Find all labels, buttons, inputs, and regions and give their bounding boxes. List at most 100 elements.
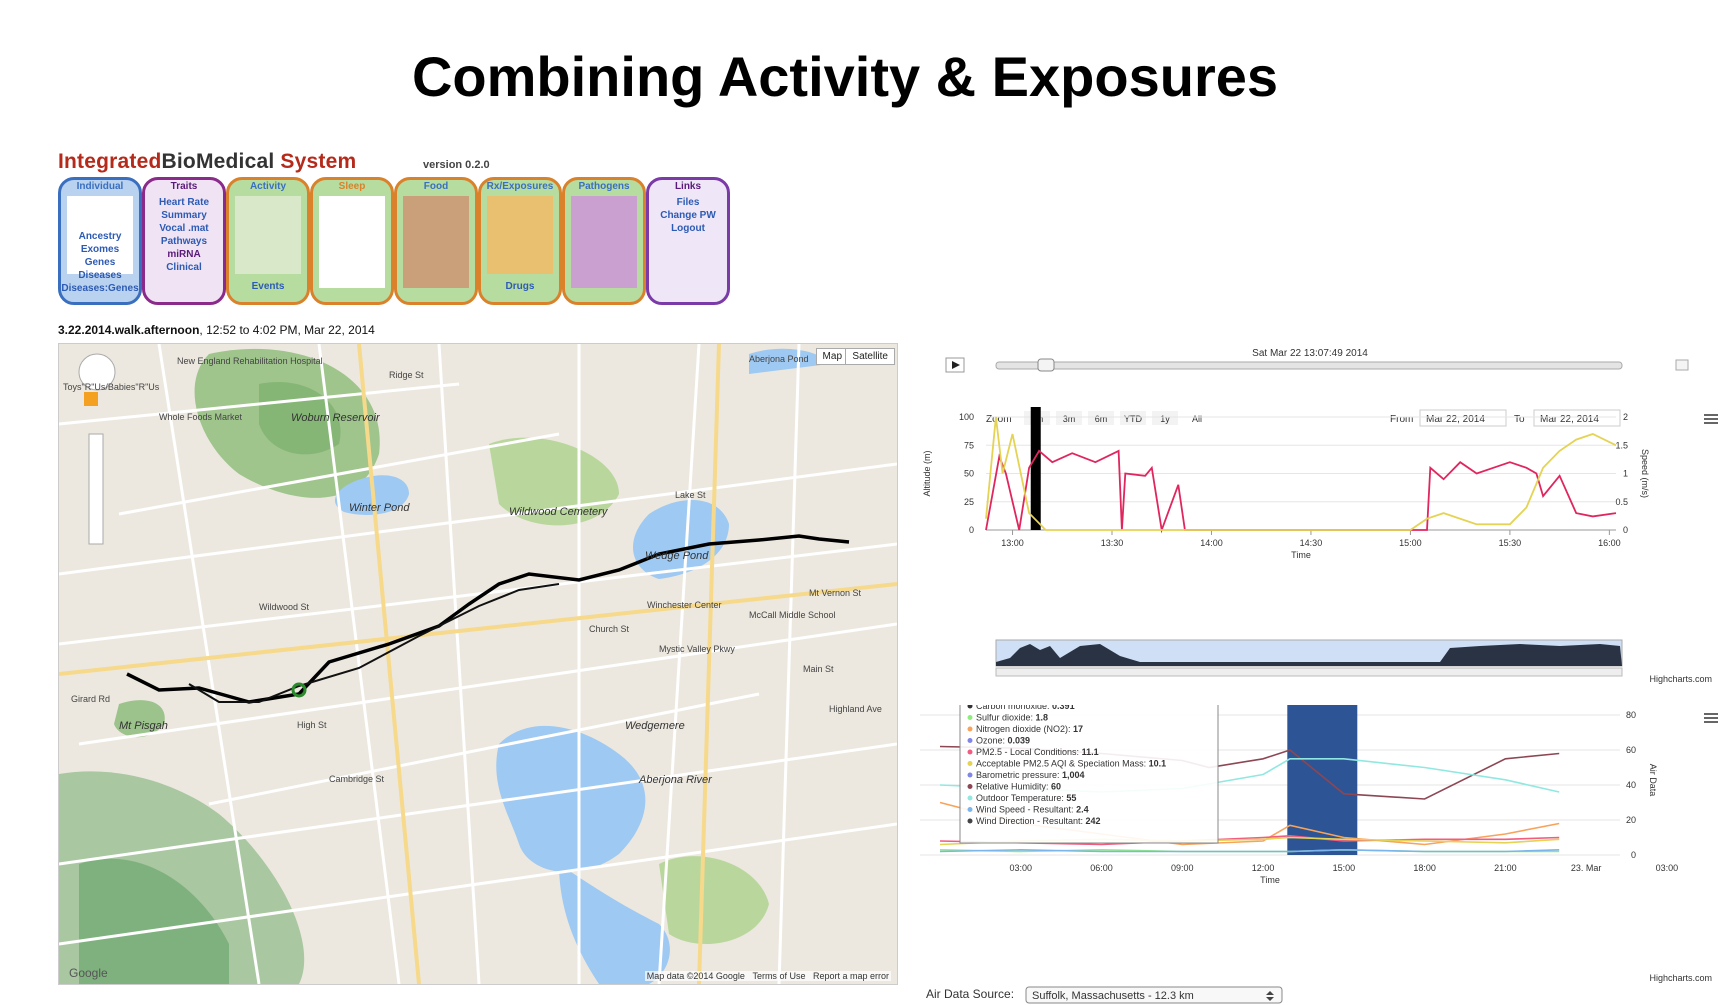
panel-heading[interactable]: Individual <box>61 180 139 194</box>
air-highcharts-credit: Highcharts.com <box>1649 973 1712 983</box>
ibms-panel-links[interactable]: Links Files Change PW Logout <box>646 177 730 305</box>
panel-image[interactable] <box>235 196 301 274</box>
report-map-error-link[interactable]: Report a map error <box>813 971 889 981</box>
air-chart-menu-icon[interactable] <box>1704 713 1718 723</box>
x-tick-label: 15:00 <box>1333 863 1356 873</box>
panel-link[interactable]: Clinical <box>145 261 223 274</box>
ibms-panel-rx-exposures[interactable]: Rx/Exposures Drugs <box>478 177 562 305</box>
map-label: Wedgemere <box>625 720 685 732</box>
ibms-panel-sleep[interactable]: Sleep <box>310 177 394 305</box>
panel-link[interactable]: Drugs <box>481 280 559 293</box>
from-label: From <box>1390 414 1413 425</box>
tooltip-item: Relative Humidity: 60 <box>976 782 1061 792</box>
zoom-button-label: 3m <box>1063 414 1076 424</box>
y-tick-label: 0 <box>969 525 974 535</box>
tooltip-series-marker <box>967 749 973 755</box>
y2-axis-title: Air Data <box>1648 764 1658 797</box>
tooltip-item: Ozone: 0.039 <box>976 736 1030 746</box>
timeline-slider-handle[interactable] <box>1037 358 1055 372</box>
tooltip-series-marker <box>967 807 973 812</box>
panel-image[interactable] <box>487 196 553 274</box>
route-map[interactable]: New England Rehabilitation Hospital Toys"… <box>58 343 898 985</box>
navigator-scrollbar[interactable] <box>995 667 1623 677</box>
panel-link[interactable]: Exomes <box>61 243 139 256</box>
pegman-icon[interactable] <box>84 392 98 406</box>
y2-tick-label: 60 <box>1626 745 1636 755</box>
map-canvas[interactable] <box>59 344 897 984</box>
panel-link[interactable]: Heart Rate <box>145 196 223 209</box>
tooltip-series-marker <box>967 784 973 789</box>
timeline-timestamp: Sat Mar 22 13:07:49 2014 <box>1252 348 1368 359</box>
map-type-map-button[interactable]: Map <box>815 348 849 365</box>
ibms-panel-food[interactable]: Food <box>394 177 478 305</box>
x-tick-label: 13:30 <box>1101 538 1124 548</box>
map-type-satellite-button[interactable]: Satellite <box>845 348 895 365</box>
timeline-slider-track[interactable] <box>995 361 1623 370</box>
y2-tick-label: 0 <box>1623 525 1628 535</box>
panel-link[interactable]: Pathways <box>145 235 223 248</box>
walk-time: , 12:52 to 4:02 PM, Mar 22, 2014 <box>199 323 375 337</box>
panel-heading[interactable]: Pathogens <box>565 180 643 194</box>
tooltip-item: Sulfur dioxide: 1.8 <box>976 713 1048 723</box>
x-tick-label: 13:00 <box>1001 538 1024 548</box>
map-data-credit: Map data ©2014 Google <box>646 971 745 981</box>
x-tick-label: 03:00 <box>1010 863 1033 873</box>
panel-heading[interactable]: Sleep <box>313 180 391 194</box>
panel-link[interactable]: Events <box>229 280 307 293</box>
y2-tick-label: 20 <box>1626 815 1636 825</box>
ibms-panel-individual[interactable]: Individual Ancestry Exomes Genes Diseases Dis… <box>58 177 142 305</box>
tooltip-series-marker <box>967 772 973 778</box>
panel-link[interactable]: miRNA <box>145 248 223 261</box>
x-tick-label: 15:30 <box>1499 538 1522 548</box>
panel-heading[interactable]: Activity <box>229 180 307 194</box>
y-tick-label: 100 <box>959 412 974 422</box>
map-label: Lake St <box>675 490 706 500</box>
tooltip-item: Barometric pressure: 1,004 <box>976 770 1085 780</box>
panel-heading[interactable]: Links <box>649 180 727 194</box>
tooltip-item: Outdoor Temperature: 55 <box>976 793 1076 803</box>
map-footer: Map data ©2014 Google Terms of Use Repor… <box>644 971 891 981</box>
map-label: Highland Ave <box>829 704 882 714</box>
to-date-value: Mar 22, 2014 <box>1540 414 1599 425</box>
tooltip-item: Wind Speed - Resultant: 2.4 <box>976 805 1089 815</box>
ibms-version: version 0.2.0 <box>423 159 490 171</box>
map-label: Wedge Pond <box>645 550 709 562</box>
panel-heading[interactable]: Food <box>397 180 475 194</box>
x-tick-label: 15:00 <box>1399 538 1422 548</box>
air-data-panel: 0 20 40 60 80 03:00 06:00 09:00 12:00 15:00 18:00 2… <box>920 705 1718 1004</box>
timeline-end-button[interactable] <box>1675 359 1689 371</box>
panel-link[interactable]: Ancestry <box>61 230 139 243</box>
zoom-button-label: All <box>1192 414 1202 424</box>
tooltip-item: Acceptable PM2.5 AQI & Speciation Mass: … <box>976 759 1166 769</box>
panel-heading[interactable]: Rx/Exposures <box>481 180 559 194</box>
panel-link[interactable]: Change PW <box>649 209 727 222</box>
zoom-slider[interactable] <box>88 433 104 545</box>
terms-of-use-link[interactable]: Terms of Use <box>752 971 805 981</box>
y-axis-title: Altitude (m) <box>922 450 932 496</box>
panel-link[interactable]: Genes <box>61 256 139 269</box>
tooltip-series-marker <box>967 726 973 732</box>
tooltip-item: Nitrogen dioxide (NO2): 17 <box>976 724 1083 734</box>
ibms-panel-traits[interactable]: Traits Heart Rate Summary Vocal .mat Pathway… <box>142 177 226 305</box>
current-time-marker[interactable] <box>1030 407 1041 530</box>
zoom-button-label: 1y <box>1160 414 1170 424</box>
panel-link[interactable]: Diseases:Genes <box>61 282 139 295</box>
panel-image[interactable] <box>403 196 469 288</box>
ibms-title-part1: Integrated <box>58 150 162 173</box>
panel-image[interactable] <box>571 196 637 288</box>
panel-link[interactable]: Logout <box>649 222 727 235</box>
panel-link[interactable]: Diseases <box>61 269 139 282</box>
panel-link[interactable]: Vocal .mat <box>145 222 223 235</box>
y2-tick-label: 0 <box>1631 850 1636 860</box>
map-label: Mt Vernon St <box>809 588 862 598</box>
panel-link[interactable]: Summary <box>145 209 223 222</box>
ibms-panel-pathogens[interactable]: Pathogens <box>562 177 646 305</box>
panel-link[interactable]: Files <box>649 196 727 209</box>
panel-heading[interactable]: Traits <box>145 180 223 194</box>
chart-menu-icon[interactable] <box>1704 414 1718 424</box>
map-label: Mt Pisgah <box>119 720 168 732</box>
y2-tick-label: 0.5 <box>1615 497 1628 507</box>
panel-image[interactable] <box>319 196 385 288</box>
ibms-panel-activity[interactable]: Activity Events <box>226 177 310 305</box>
map-label: Main St <box>803 664 834 674</box>
